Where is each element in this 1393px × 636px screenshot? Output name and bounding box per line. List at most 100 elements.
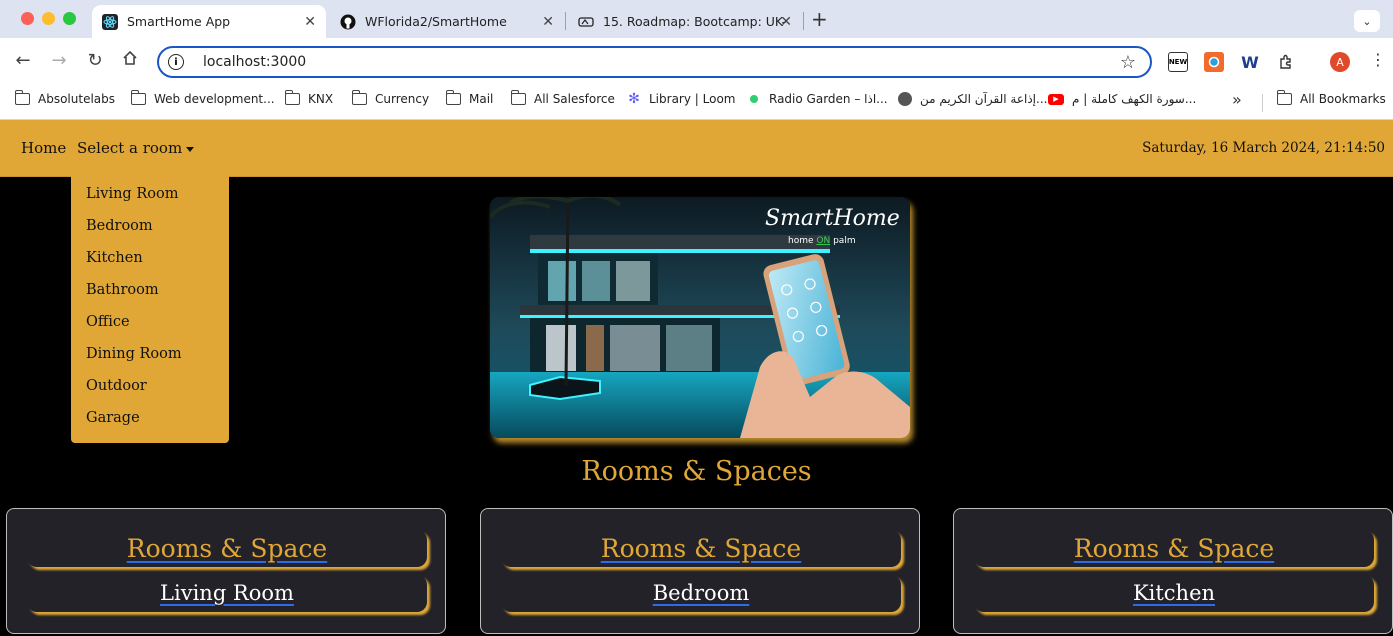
- folder-icon: [14, 90, 30, 105]
- card-room-text: Kitchen: [1132, 581, 1216, 605]
- window-controls: [21, 12, 76, 25]
- card-heading-link[interactable]: Rooms & Space: [974, 530, 1374, 567]
- bookmark-label: Library | Loom: [649, 92, 736, 106]
- news-extension-icon[interactable]: NEW: [1168, 52, 1188, 72]
- screenshot-extension-icon[interactable]: [1204, 52, 1224, 72]
- tab-strip: SmartHome App ✕ WFlorida2/SmartHome ✕ 15…: [0, 0, 1393, 38]
- bookmark-absolutelabs[interactable]: Absolutelabs: [14, 90, 116, 106]
- close-tab-icon[interactable]: ✕: [780, 14, 792, 30]
- tab-github[interactable]: WFlorida2/SmartHome ✕: [330, 5, 564, 38]
- card-heading-link[interactable]: Rooms & Space: [501, 530, 901, 567]
- hero-logo-tagline-on: ON: [816, 236, 830, 246]
- minimize-window-button[interactable]: [42, 12, 55, 25]
- bookmark-label: سورة الكهف كاملة | م...: [1072, 92, 1197, 106]
- room-card-bedroom: Rooms & Space Bedroom: [480, 508, 920, 634]
- maximize-window-button[interactable]: [63, 12, 76, 25]
- dropdown-item-bedroom[interactable]: Bedroom: [86, 218, 153, 234]
- loom-icon: ✻: [628, 91, 640, 107]
- datetime-display: Saturday, 16 March 2024, 21:14:50: [1142, 140, 1385, 156]
- back-button[interactable]: ←: [11, 50, 35, 72]
- app-navbar: Home Select a room Saturday, 16 March 20…: [0, 120, 1393, 177]
- tab-separator: [565, 12, 566, 30]
- dropdown-item-dining-room[interactable]: Dining Room: [86, 346, 182, 362]
- close-tab-icon[interactable]: ✕: [304, 14, 316, 30]
- folder-icon: [130, 90, 146, 105]
- card-room-text: Bedroom: [652, 581, 750, 605]
- site-info-icon[interactable]: i: [168, 54, 184, 70]
- select-room-label: Select a room: [77, 139, 183, 157]
- globe-icon: [898, 92, 912, 106]
- bookmark-radio-garden[interactable]: Radio Garden – اذا...: [747, 92, 888, 106]
- bookmark-mail[interactable]: Mail: [445, 90, 494, 106]
- hero-logo-title: SmartHome: [765, 206, 900, 231]
- select-room-dropdown-toggle[interactable]: Select a room: [77, 139, 195, 157]
- dropdown-item-office[interactable]: Office: [86, 314, 130, 330]
- reload-button[interactable]: ↻: [83, 50, 107, 72]
- tab-separator: [803, 12, 804, 30]
- reload-icon: ↻: [87, 50, 103, 71]
- bookmark-label: Radio Garden – اذا...: [769, 92, 888, 106]
- close-tab-icon[interactable]: ✕: [542, 14, 554, 30]
- more-bookmarks-icon[interactable]: »: [1232, 90, 1242, 109]
- bookmark-all-salesforce[interactable]: All Salesforce: [510, 90, 615, 106]
- more-menu-icon[interactable]: ⋮: [1370, 50, 1386, 69]
- home-link[interactable]: Home: [21, 139, 66, 157]
- hero-logo-tagline-post: palm: [833, 236, 856, 246]
- bookmark-currency[interactable]: Currency: [351, 90, 430, 106]
- tab-roadmap[interactable]: 15. Roadmap: Bootcamp: UK- ✕: [568, 5, 802, 38]
- dropdown-item-living-room[interactable]: Living Room: [86, 186, 178, 202]
- hero-logo-tagline-pre: home: [788, 236, 814, 246]
- bookmark-label: All Bookmarks: [1300, 92, 1386, 106]
- w-extension-icon[interactable]: W: [1240, 52, 1260, 72]
- arrow-right-icon: →: [51, 50, 67, 71]
- address-bar[interactable]: i localhost:3000 ☆: [157, 46, 1152, 78]
- caret-down-icon: [186, 146, 195, 152]
- room-dropdown-menu: Living Room Bedroom Kitchen Bathroom Off…: [71, 171, 229, 443]
- svg-text:home ON palm: home ON palm: [788, 236, 856, 246]
- home-button[interactable]: [118, 50, 142, 72]
- bookmark-knx[interactable]: KNX: [284, 90, 333, 106]
- card-heading-text: Rooms & Space: [126, 534, 328, 563]
- bookmark-web-development[interactable]: Web development...: [130, 90, 275, 106]
- bookmark-loom[interactable]: ✻ Library | Loom: [627, 91, 736, 107]
- url-text[interactable]: localhost:3000: [203, 54, 306, 70]
- close-window-button[interactable]: [21, 12, 34, 25]
- dropdown-item-kitchen[interactable]: Kitchen: [86, 250, 143, 266]
- card-room-link[interactable]: Kitchen: [974, 575, 1374, 612]
- youtube-icon: ▶: [1048, 93, 1064, 105]
- tab-smarthome-app[interactable]: SmartHome App ✕: [92, 5, 326, 38]
- radio-garden-icon: [747, 92, 761, 106]
- dropdown-item-outdoor[interactable]: Outdoor: [86, 378, 147, 394]
- bookmark-label: إذاعة القرآن الكريم من...: [920, 92, 1048, 106]
- extensions-puzzle-icon[interactable]: [1276, 52, 1296, 72]
- folder-icon: [510, 90, 526, 105]
- section-title: Rooms & Spaces: [581, 456, 812, 487]
- tab-title: WFlorida2/SmartHome: [365, 14, 507, 29]
- card-room-link[interactable]: Bedroom: [501, 575, 901, 612]
- github-icon: [340, 14, 356, 30]
- bookmark-surah-kahf[interactable]: ▶ سورة الكهف كاملة | م...: [1048, 92, 1196, 106]
- all-bookmarks[interactable]: All Bookmarks: [1276, 90, 1386, 106]
- browser-chrome: SmartHome App ✕ WFlorida2/SmartHome ✕ 15…: [0, 0, 1393, 120]
- dropdown-item-bathroom[interactable]: Bathroom: [86, 282, 159, 298]
- bookmark-label: Absolutelabs: [38, 92, 116, 106]
- bookmark-label: Mail: [469, 92, 494, 106]
- bookmark-star-icon[interactable]: ☆: [1120, 52, 1136, 73]
- arrow-left-icon: ←: [15, 50, 31, 71]
- browser-toolbar: ← → ↻ i localhost:3000 ☆ NEW W A ⋮: [0, 38, 1393, 84]
- new-tab-button[interactable]: +: [811, 7, 828, 31]
- card-heading-text: Rooms & Space: [1073, 534, 1275, 563]
- bookmark-quran-radio[interactable]: إذاعة القرآن الكريم من...: [898, 92, 1047, 106]
- dropdown-item-garage[interactable]: Garage: [86, 410, 140, 426]
- profile-avatar[interactable]: A: [1330, 52, 1350, 72]
- bookmarks-separator: [1262, 94, 1263, 112]
- tab-search-button[interactable]: ⌄: [1354, 10, 1380, 32]
- folder-icon: [1276, 90, 1292, 105]
- card-heading-link[interactable]: Rooms & Space: [27, 530, 427, 567]
- card-room-link[interactable]: Living Room: [27, 575, 427, 612]
- room-card-kitchen: Rooms & Space Kitchen: [953, 508, 1393, 634]
- react-icon: [102, 13, 118, 30]
- bookmark-label: Currency: [375, 92, 430, 106]
- folder-icon: [445, 90, 461, 105]
- forward-button[interactable]: →: [47, 50, 71, 72]
